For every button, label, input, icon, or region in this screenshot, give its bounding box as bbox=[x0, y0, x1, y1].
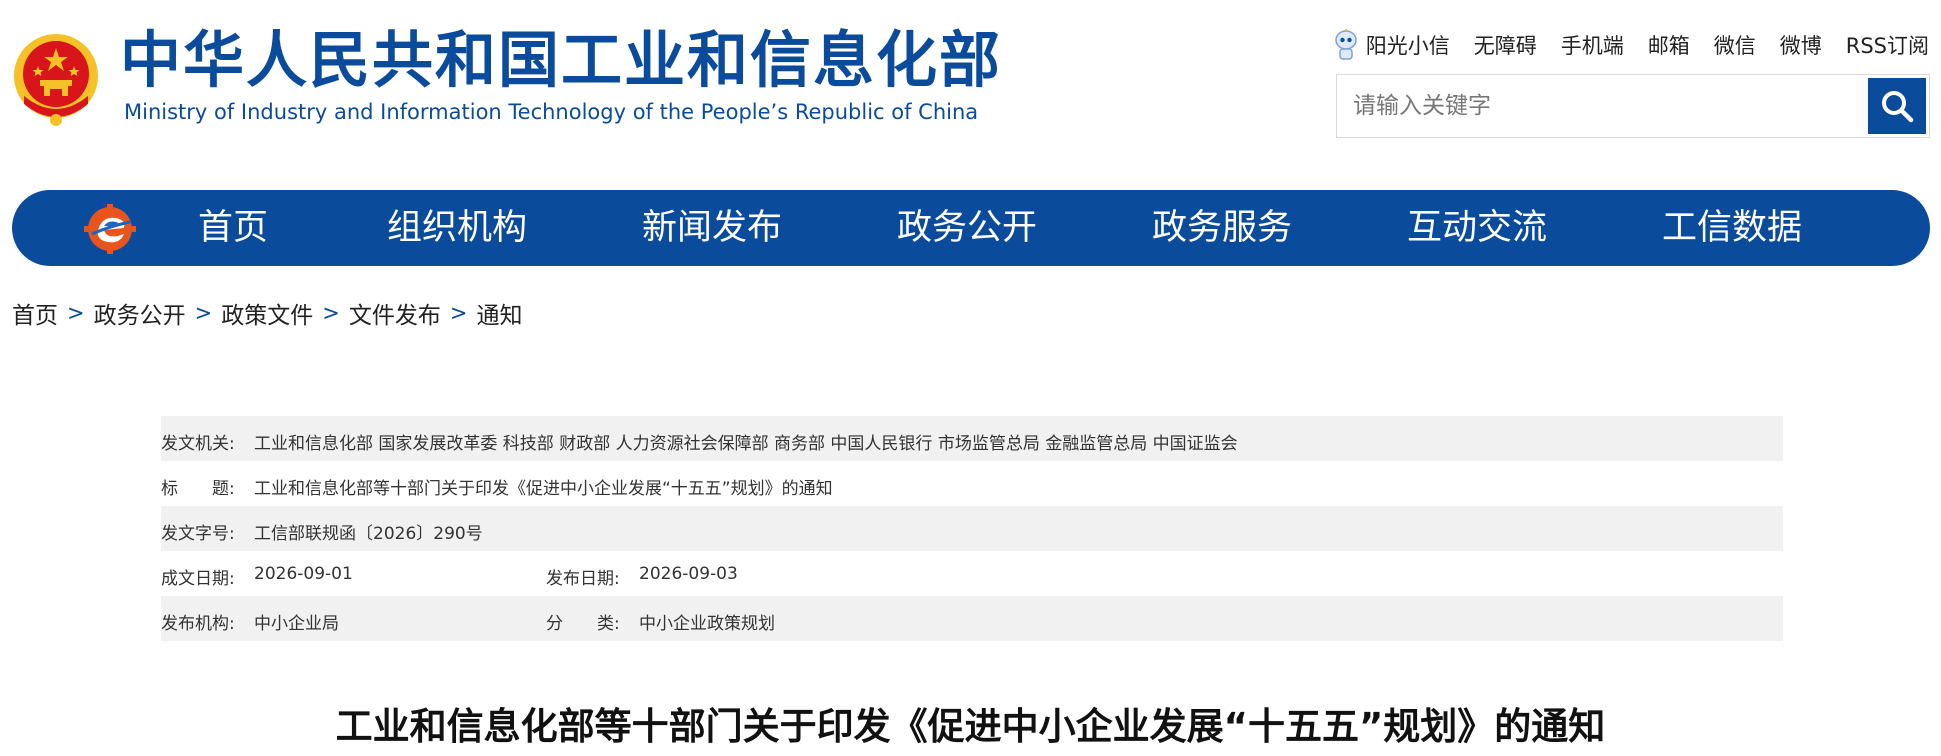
top-link-mail[interactable]: 邮箱 bbox=[1648, 30, 1690, 60]
meta-created-date: 2026-09-01 bbox=[254, 564, 353, 584]
search-button[interactable] bbox=[1868, 78, 1926, 134]
meta-published-date: 2026-09-03 bbox=[639, 564, 738, 584]
breadcrumb-separator: > bbox=[449, 301, 468, 325]
meta-row-issuer: 发文机关: 工业和信息化部 国家发展改革委 科技部 财政部 人力资源社会保障部 … bbox=[161, 416, 1783, 461]
top-link-sunshine[interactable]: 阳光小信 bbox=[1332, 28, 1450, 62]
nav-interaction[interactable]: 互动交流 bbox=[1407, 208, 1547, 248]
meta-title: 工业和信息化部等十部门关于印发《促进中小企业发展“十五五”规划》的通知 bbox=[254, 479, 833, 499]
top-link-wechat[interactable]: 微信 bbox=[1714, 30, 1756, 60]
breadcrumb-separator: > bbox=[194, 301, 213, 325]
site-title-cn[interactable]: 中华人民共和国工业和信息化部 bbox=[120, 30, 1002, 91]
meta-row-doc-no: 发文字号: 工信部联规函〔2026〕290号 bbox=[161, 506, 1783, 551]
breadcrumb: 首页 > 政务公开 > 政策文件 > 文件发布 > 通知 bbox=[12, 296, 522, 330]
national-emblem-icon[interactable] bbox=[10, 26, 102, 130]
meta-row-agency: 发布机构: 中小企业局 分 类: 中小企业政策规划 bbox=[161, 596, 1783, 641]
top-link-accessibility[interactable]: 无障碍 bbox=[1474, 30, 1537, 60]
meta-category: 中小企业政策规划 bbox=[639, 614, 775, 634]
meta-row-dates: 成文日期: 2026-09-01 发布日期: 2026-09-03 bbox=[161, 551, 1783, 596]
meta-agency: 中小企业局 bbox=[254, 614, 339, 634]
search-icon bbox=[1882, 91, 1914, 123]
site-title-en: Ministry of Industry and Information Tec… bbox=[124, 100, 979, 124]
breadcrumb-notice[interactable]: 通知 bbox=[476, 296, 522, 330]
top-link-label[interactable]: 阳光小信 bbox=[1366, 30, 1450, 60]
meta-label: 发文字号: bbox=[161, 524, 235, 544]
top-links: 阳光小信 无障碍 手机端 邮箱 微信 微博 RSS订阅 bbox=[1332, 28, 1929, 62]
breadcrumb-policy-documents[interactable]: 政策文件 bbox=[221, 296, 313, 330]
nav-home[interactable]: 首页 bbox=[198, 208, 268, 248]
meta-label: 分 类: bbox=[546, 614, 620, 634]
document-meta-table: 发文机关: 工业和信息化部 国家发展改革委 科技部 财政部 人力资源社会保障部 … bbox=[161, 416, 1783, 641]
nav-government-services[interactable]: 政务服务 bbox=[1152, 208, 1292, 248]
meta-doc-no: 工信部联规函〔2026〕290号 bbox=[254, 524, 483, 544]
meta-row-title: 标 题: 工业和信息化部等十部门关于印发《促进中小企业发展“十五五”规划》的通知 bbox=[161, 461, 1783, 506]
breadcrumb-government-affairs[interactable]: 政务公开 bbox=[94, 296, 186, 330]
site-header: 中华人民共和国工业和信息化部 Ministry of Industry and … bbox=[0, 0, 1941, 180]
top-link-mobile[interactable]: 手机端 bbox=[1561, 30, 1624, 60]
article-title: 工业和信息化部等十部门关于印发《促进中小企业发展“十五五”规划》的通知 bbox=[335, 705, 1606, 748]
nav-organization[interactable]: 组织机构 bbox=[387, 208, 527, 248]
meta-label: 成文日期: bbox=[161, 569, 235, 589]
meta-label: 发布机构: bbox=[161, 614, 235, 634]
meta-issuer: 工业和信息化部 国家发展改革委 科技部 财政部 人力资源社会保障部 商务部 中国… bbox=[254, 434, 1238, 454]
nav-government-affairs[interactable]: 政务公开 bbox=[897, 208, 1037, 248]
nav-logo-icon[interactable] bbox=[84, 204, 136, 254]
meta-label: 发布日期: bbox=[546, 569, 620, 589]
search-input[interactable] bbox=[1337, 75, 1869, 137]
nav-news[interactable]: 新闻发布 bbox=[642, 208, 782, 248]
breadcrumb-document-release[interactable]: 文件发布 bbox=[349, 296, 441, 330]
top-link-rss[interactable]: RSS订阅 bbox=[1846, 30, 1929, 60]
meta-label: 标 题: bbox=[161, 479, 235, 499]
search-box bbox=[1336, 74, 1930, 138]
main-nav: 首页 组织机构 新闻发布 政务公开 政务服务 互动交流 工信数据 bbox=[12, 190, 1930, 266]
top-link-weibo[interactable]: 微博 bbox=[1780, 30, 1822, 60]
robot-mascot-icon bbox=[1334, 29, 1357, 60]
breadcrumb-home[interactable]: 首页 bbox=[12, 296, 58, 330]
breadcrumb-separator: > bbox=[322, 301, 340, 325]
meta-label: 发文机关: bbox=[161, 434, 235, 454]
breadcrumb-separator: > bbox=[67, 301, 85, 325]
nav-data[interactable]: 工信数据 bbox=[1662, 208, 1802, 248]
